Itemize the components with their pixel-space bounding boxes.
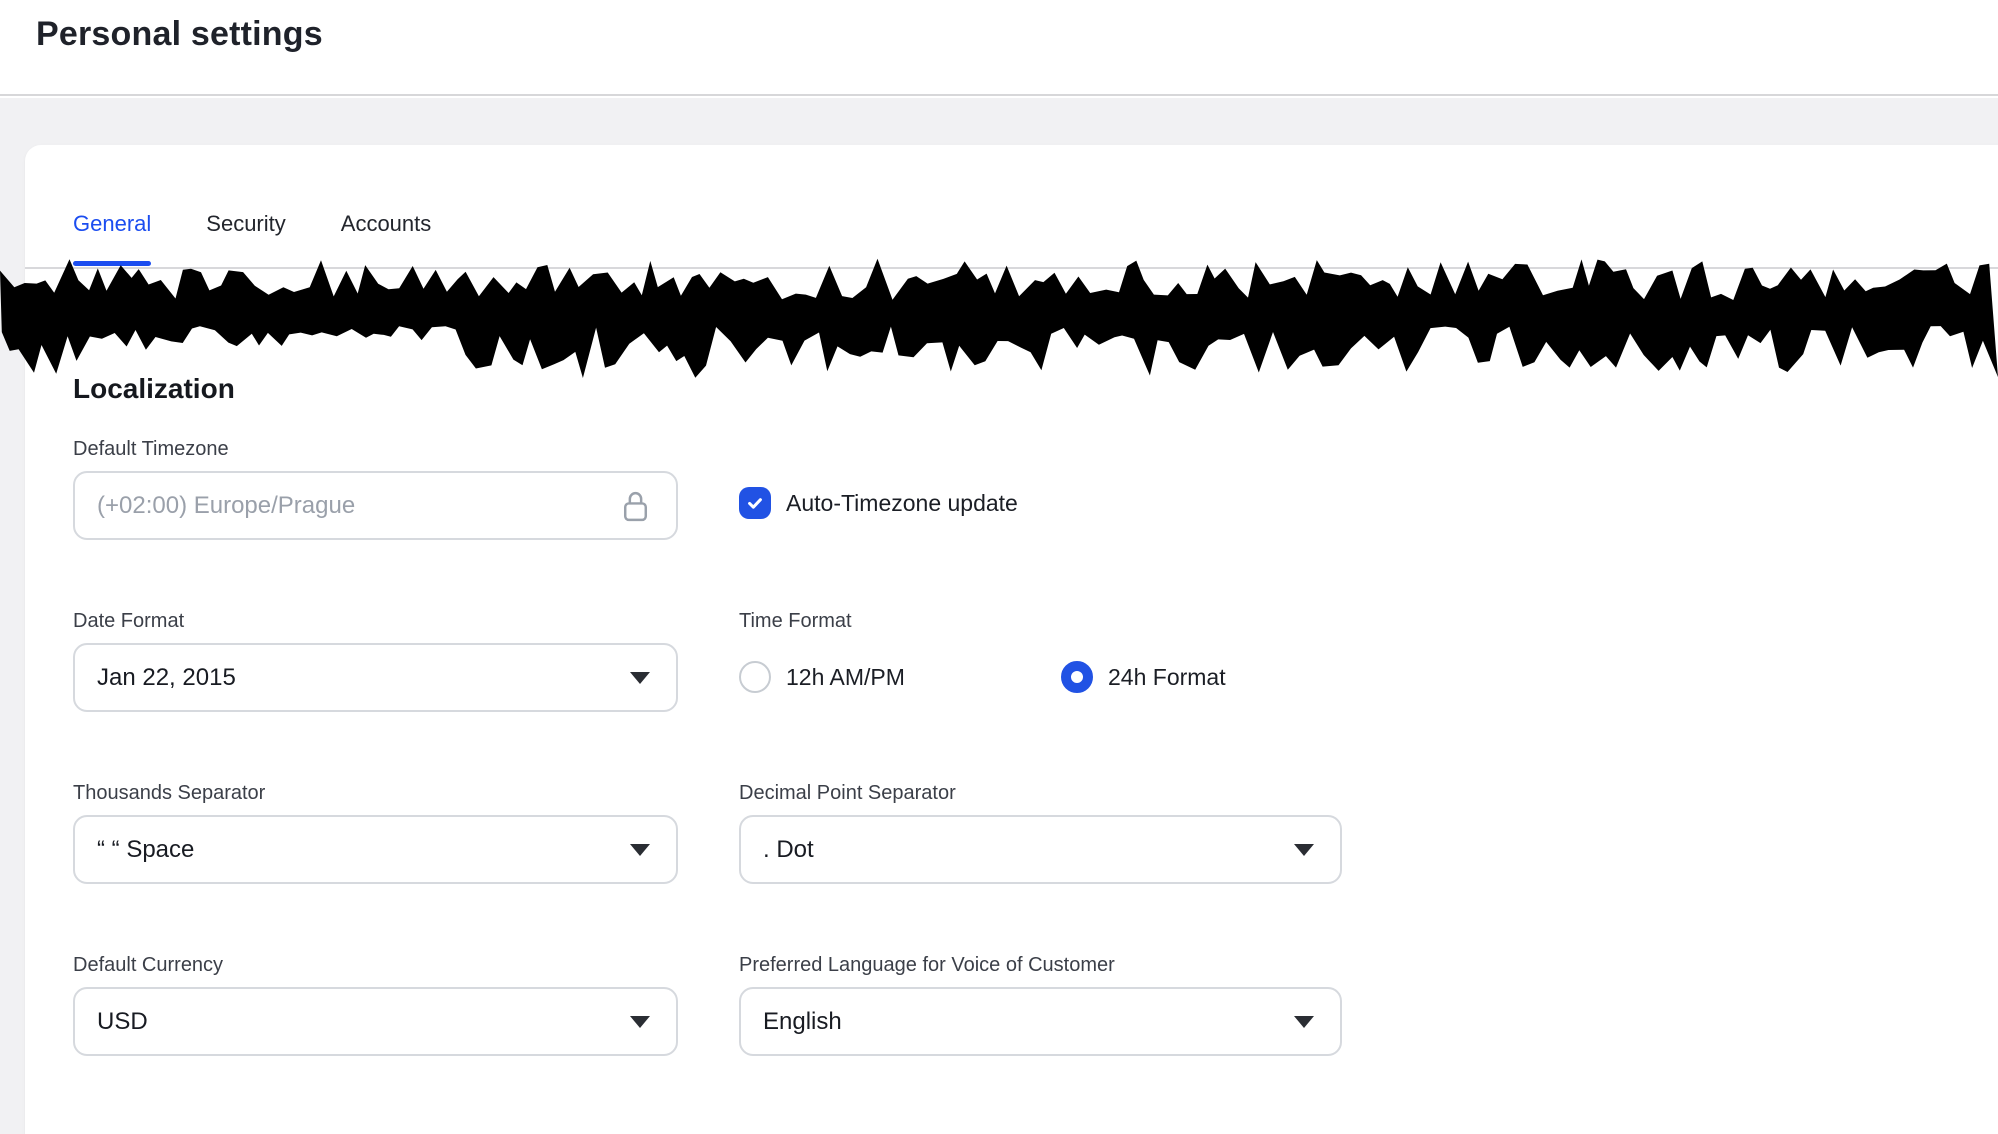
thousands-separator-label: Thousands Separator <box>73 781 678 805</box>
tab-divider <box>25 267 1998 269</box>
tab-bar: General Security Accounts <box>73 210 431 266</box>
chevron-down-icon <box>1294 844 1314 856</box>
chevron-down-icon <box>630 672 650 684</box>
date-format-select[interactable]: Jan 22, 2015 <box>73 643 678 712</box>
default-timezone-input <box>97 492 621 520</box>
date-format-label: Date Format <box>73 609 678 633</box>
radio-24h[interactable] <box>1061 661 1093 693</box>
tab-general[interactable]: General <box>73 210 151 266</box>
tab-security[interactable]: Security <box>206 210 285 266</box>
preferred-language-value: English <box>763 1008 842 1036</box>
default-currency-select[interactable]: USD <box>73 987 678 1056</box>
chevron-down-icon <box>630 844 650 856</box>
preferred-language-select[interactable]: English <box>739 987 1342 1056</box>
preferred-language-label: Preferred Language for Voice of Customer <box>739 953 1342 977</box>
time-format-option-12h[interactable]: 12h AM/PM <box>739 661 1061 693</box>
field-decimal-separator: Decimal Point Separator . Dot <box>739 781 1342 884</box>
field-date-format: Date Format Jan 22, 2015 <box>73 609 678 712</box>
radio-24h-label: 24h Format <box>1108 664 1226 691</box>
thousands-separator-value: “ “ Space <box>97 836 194 864</box>
time-format-radio-group: 12h AM/PM 24h Format <box>739 661 1226 693</box>
field-default-timezone: Default Timezone <box>73 437 678 540</box>
content-background: General Security Accounts Localization D… <box>0 98 1998 1134</box>
chevron-down-icon <box>630 1016 650 1028</box>
radio-12h-label: 12h AM/PM <box>786 664 905 691</box>
radio-12h[interactable] <box>739 661 771 693</box>
time-format-label: Time Format <box>739 609 852 633</box>
section-title-localization: Localization <box>73 372 235 406</box>
page-header: Personal settings <box>0 0 1998 96</box>
settings-card: General Security Accounts Localization D… <box>25 145 1998 1134</box>
decimal-separator-select[interactable]: . Dot <box>739 815 1342 884</box>
check-icon <box>745 493 765 513</box>
auto-timezone-checkbox[interactable] <box>739 487 771 519</box>
time-format-option-24h[interactable]: 24h Format <box>1061 661 1226 693</box>
field-default-currency: Default Currency USD <box>73 953 678 1056</box>
auto-timezone-toggle[interactable]: Auto-Timezone update <box>739 487 1018 519</box>
default-timezone-label: Default Timezone <box>73 437 678 461</box>
thousands-separator-select[interactable]: “ “ Space <box>73 815 678 884</box>
field-time-format: Time Format <box>739 609 852 643</box>
auto-timezone-label: Auto-Timezone update <box>786 490 1018 517</box>
decimal-separator-label: Decimal Point Separator <box>739 781 1342 805</box>
field-preferred-language: Preferred Language for Voice of Customer… <box>739 953 1342 1056</box>
field-thousands-separator: Thousands Separator “ “ Space <box>73 781 678 884</box>
lock-icon <box>621 487 650 524</box>
page-title: Personal settings <box>36 12 323 56</box>
default-currency-value: USD <box>97 1008 148 1036</box>
chevron-down-icon <box>1294 1016 1314 1028</box>
default-timezone-input-wrapper <box>73 471 678 540</box>
decimal-separator-value: . Dot <box>763 836 814 864</box>
date-format-value: Jan 22, 2015 <box>97 664 236 692</box>
tab-accounts[interactable]: Accounts <box>341 210 432 266</box>
default-currency-label: Default Currency <box>73 953 678 977</box>
